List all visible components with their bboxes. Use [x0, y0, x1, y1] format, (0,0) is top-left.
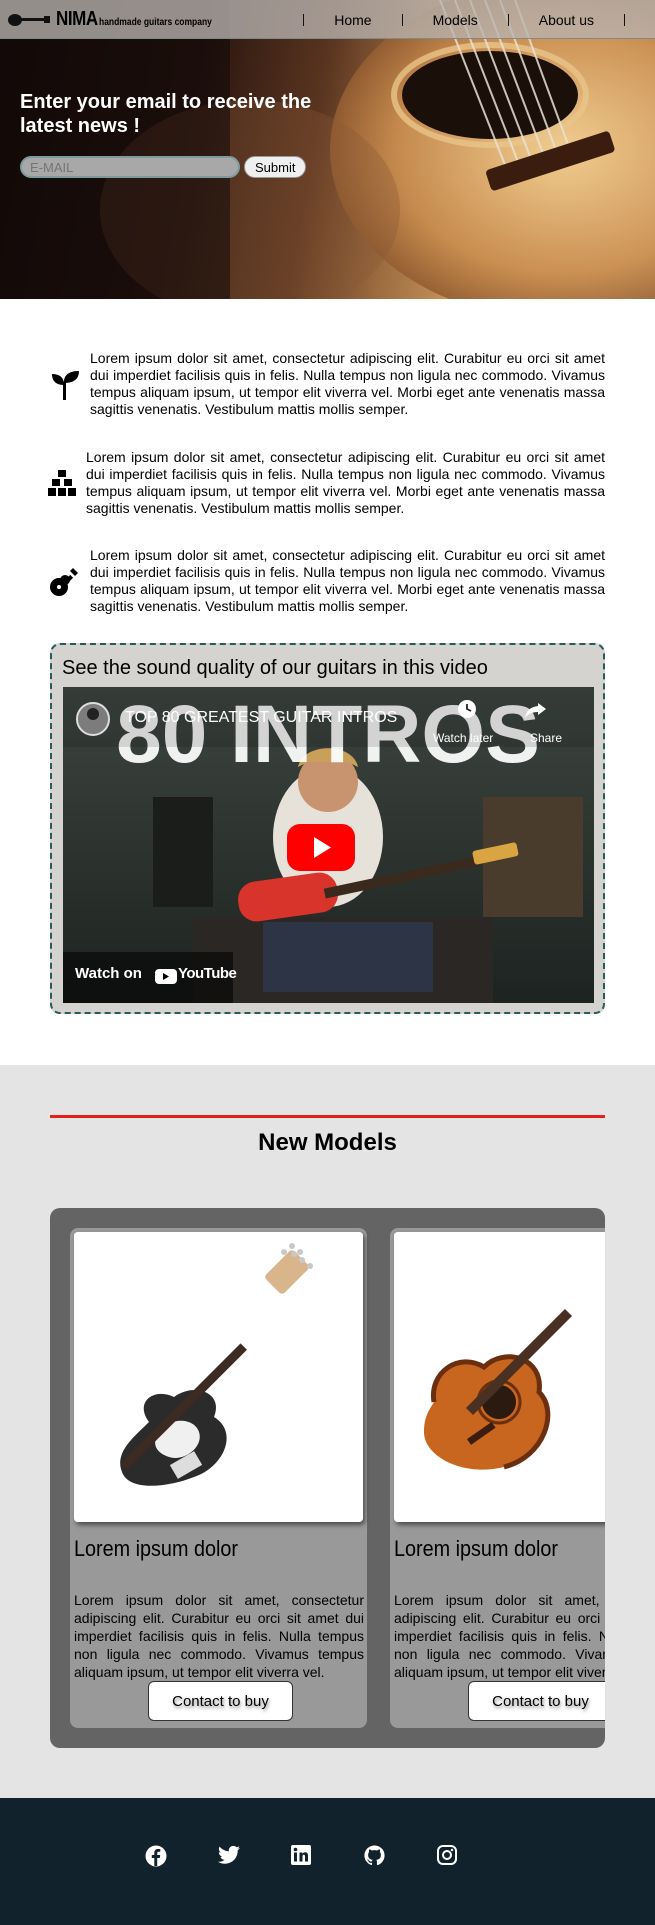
video-section: See the sound quality of our guitars in …: [50, 643, 605, 1014]
watch-later-button[interactable]: Watch later: [433, 731, 493, 745]
youtube-logo: YouTube: [177, 965, 237, 982]
facebook-icon[interactable]: [145, 1845, 167, 1867]
electric-guitar-image: [74, 1232, 363, 1522]
navbar: NIMA handmade guitars company Home Model…: [0, 0, 655, 39]
github-icon[interactable]: [364, 1845, 385, 1866]
video-heading: See the sound quality of our guitars in …: [62, 657, 488, 679]
brand-tagline: handmade guitars company: [99, 16, 212, 28]
twitter-icon[interactable]: [218, 1845, 240, 1865]
video-title[interactable]: TOP 80 GREATEST GUITAR INTROS: [125, 709, 397, 727]
linkedin-icon[interactable]: [291, 1845, 311, 1865]
instagram-icon[interactable]: [437, 1845, 457, 1865]
email-input[interactable]: [20, 156, 240, 178]
hero-guitar-photo: [0, 0, 655, 299]
feature-text: Lorem ipsum dolor sit amet, consectetur …: [90, 547, 605, 614]
nav-about-link[interactable]: About us: [509, 12, 624, 28]
acoustic-guitar-image: [394, 1232, 605, 1522]
share-button[interactable]: Share: [530, 731, 562, 745]
guitar-logo-icon: [8, 13, 50, 26]
feature-text: Lorem ipsum dolor sit amet, consectetur …: [90, 350, 605, 417]
model-title: Lorem ipsum dolor: [74, 1536, 238, 1561]
contact-to-buy-button[interactable]: Contact to buy: [468, 1681, 605, 1721]
watch-on-label: Watch on: [75, 965, 142, 982]
model-title: Lorem ipsum dolor: [394, 1536, 558, 1561]
feature-text: Lorem ipsum dolor sit amet, consectetur …: [86, 449, 605, 516]
hero-banner: NIMA handmade guitars company Home Model…: [0, 0, 655, 299]
logo[interactable]: NIMA handmade guitars company: [8, 8, 232, 31]
newsletter-signup: Enter your email to receive the latest n…: [20, 90, 330, 178]
social-links: [145, 1845, 510, 1867]
nav-home-link[interactable]: Home: [304, 12, 401, 28]
submit-button[interactable]: Submit: [244, 156, 307, 178]
main-nav: Home Models About us: [303, 0, 655, 39]
brand-name: NIMA: [56, 8, 98, 30]
models-heading: New Models: [258, 1129, 397, 1156]
seedling-icon: [52, 371, 79, 400]
youtube-embed[interactable]: 80 INTROS TOP 80 GREATEST GUITAR INTROS …: [63, 687, 594, 1003]
models-carousel[interactable]: Lorem ipsum dolor Lorem ipsum dolor sit …: [50, 1208, 605, 1748]
nav-divider: [624, 13, 625, 26]
guitar-icon: [50, 568, 78, 596]
footer: [0, 1798, 655, 1925]
feature-row: Lorem ipsum dolor sit amet, consectetur …: [40, 350, 605, 418]
section-divider: [50, 1115, 605, 1118]
new-models-section: New Models Lorem ipsum dolor Lorem ipsum…: [0, 1065, 655, 1798]
feature-row: Lorem ipsum dolor sit amet, consectetur …: [38, 449, 605, 517]
model-description: Lorem ipsum dolor sit amet, consectetur …: [394, 1592, 605, 1680]
model-card: Lorem ipsum dolor Lorem ipsum dolor sit …: [390, 1228, 605, 1728]
video-thumbnail: 80 INTROS: [63, 687, 594, 1003]
feature-row: Lorem ipsum dolor sit amet, consectetur …: [40, 547, 605, 615]
cubes-stacked-icon: [48, 470, 76, 496]
contact-to-buy-button[interactable]: Contact to buy: [148, 1681, 293, 1721]
model-card: Lorem ipsum dolor Lorem ipsum dolor sit …: [70, 1228, 367, 1728]
model-description: Lorem ipsum dolor sit amet, consectetur …: [74, 1592, 364, 1680]
nav-models-link[interactable]: Models: [403, 12, 508, 28]
signup-heading: Enter your email to receive the latest n…: [20, 91, 312, 137]
watch-on-youtube-link[interactable]: Watch on YouTube: [75, 965, 237, 982]
